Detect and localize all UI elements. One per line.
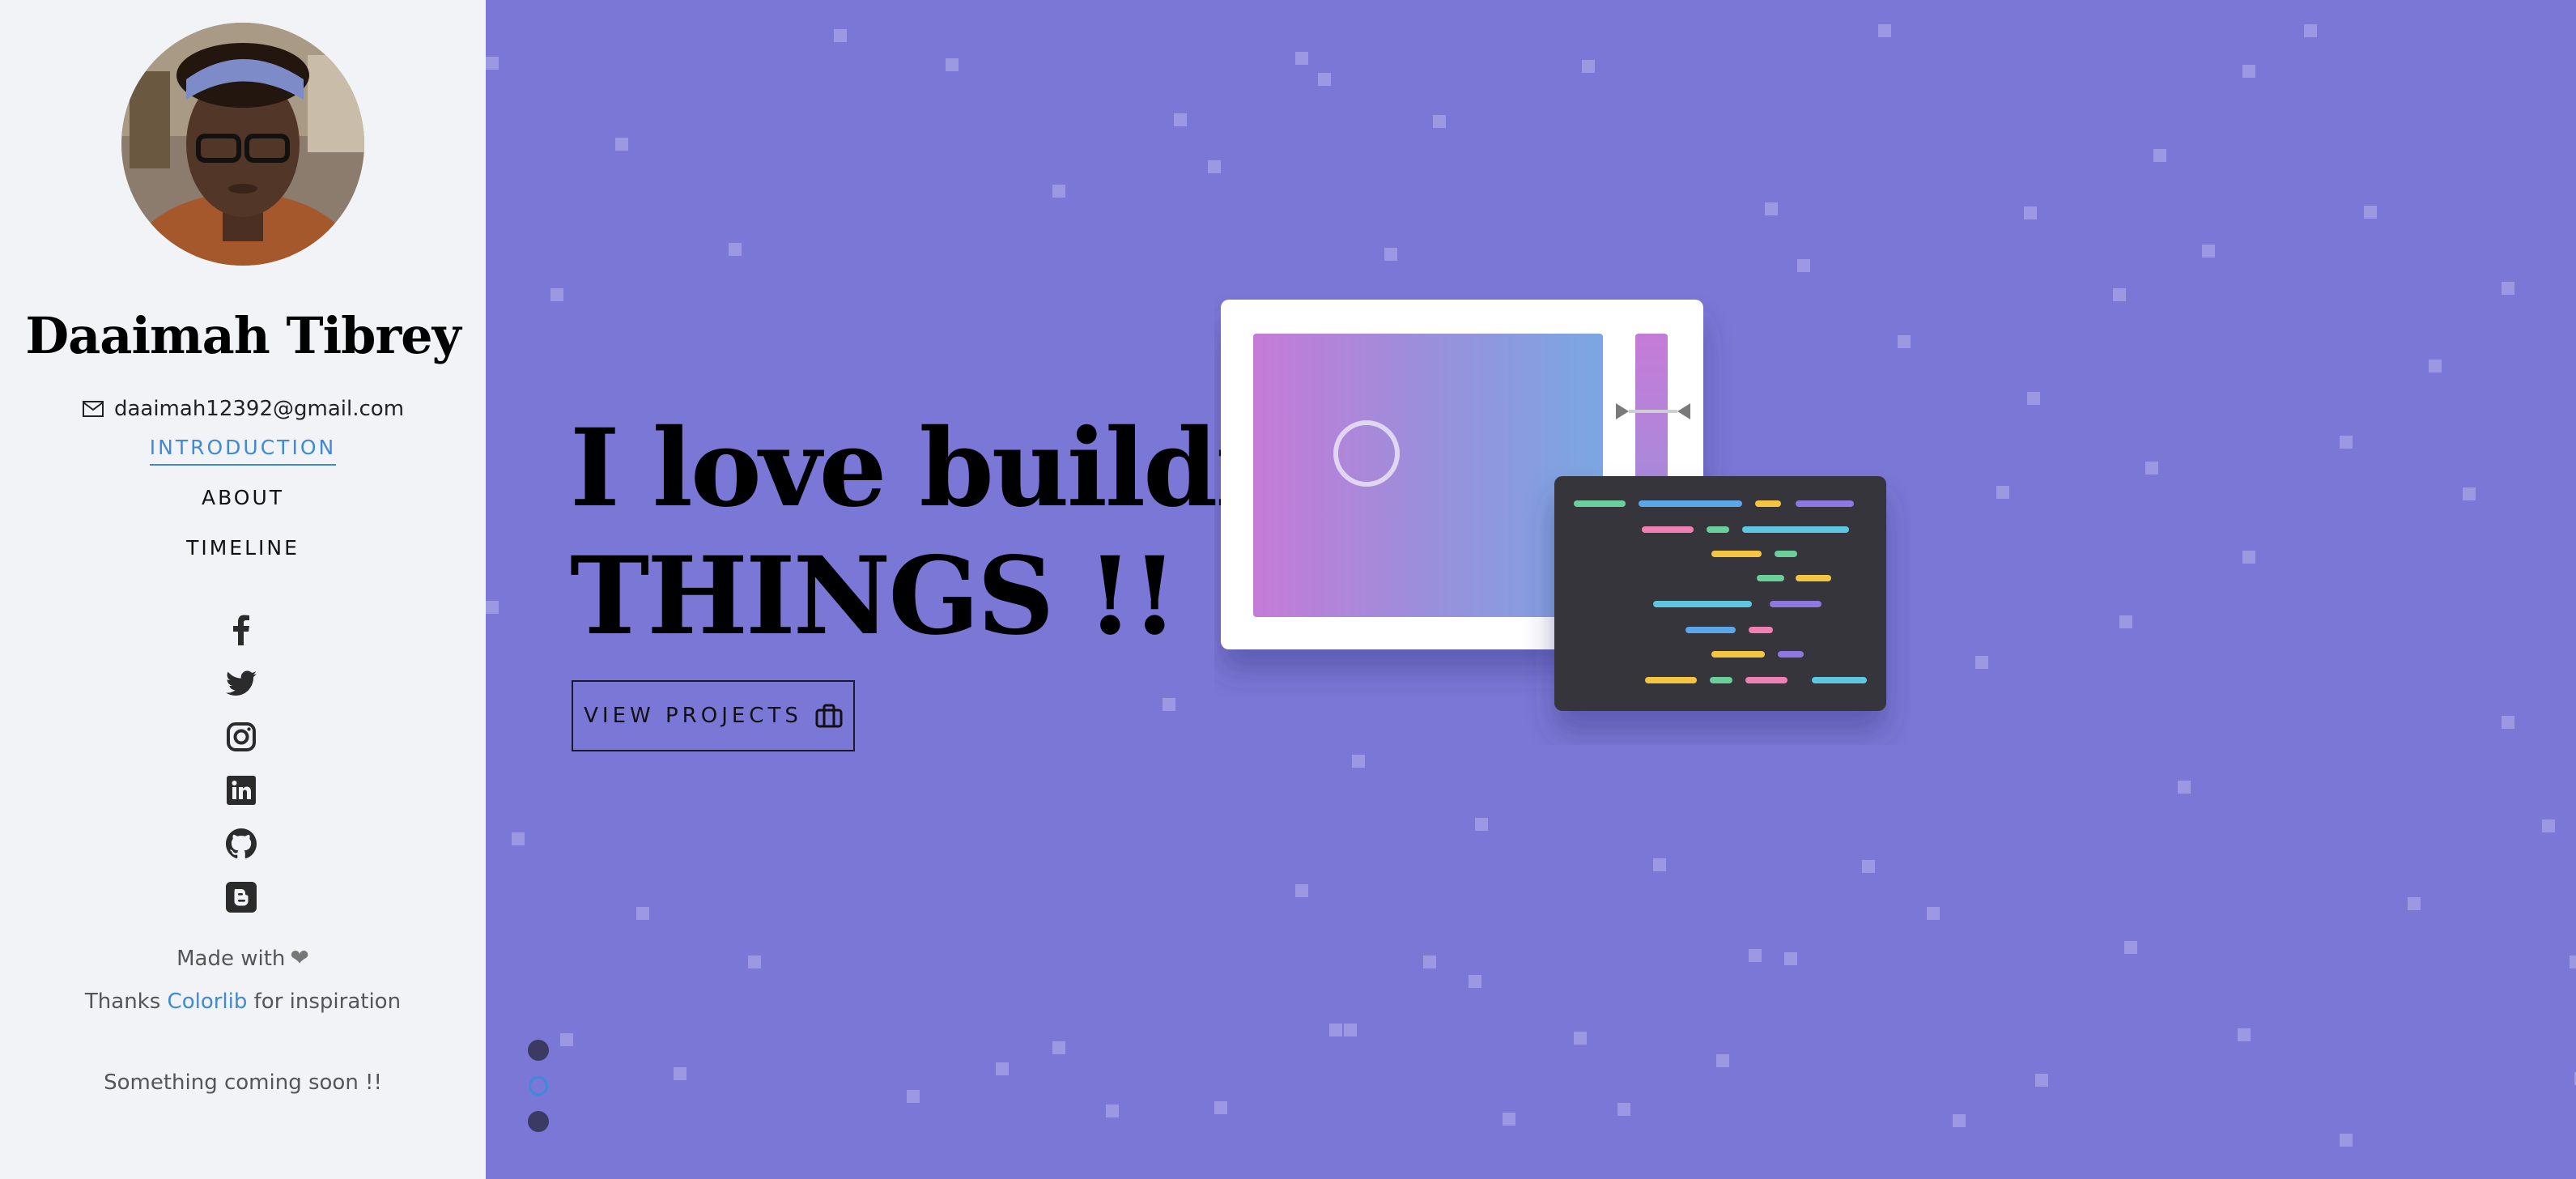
- linkedin-link[interactable]: [225, 774, 257, 807]
- facebook-link[interactable]: [225, 614, 257, 646]
- nav-introduction-label: INTRODUCTION: [149, 436, 337, 466]
- nav-about[interactable]: ABOUT: [0, 486, 486, 509]
- slide-dot-1[interactable]: [528, 1040, 549, 1061]
- hero-section: I love building THINGS !! VIEW PROJECTS: [486, 0, 2576, 1179]
- nav-timeline[interactable]: TIMELINE: [0, 536, 486, 560]
- view-projects-label: VIEW PROJECTS: [584, 704, 802, 728]
- blogger-icon: [226, 882, 257, 913]
- linkedin-icon: [227, 776, 256, 805]
- colorlib-link[interactable]: Colorlib: [168, 990, 248, 1014]
- blogger-link[interactable]: [225, 881, 257, 913]
- facebook-icon: [233, 615, 249, 645]
- github-icon: [226, 828, 257, 859]
- nav-about-label: ABOUT: [201, 486, 285, 509]
- email-text: daaimah12392@gmail.com: [113, 397, 405, 421]
- instagram-link[interactable]: [225, 721, 257, 753]
- heart-icon: ❤: [290, 944, 309, 971]
- briefcase-icon: [815, 704, 843, 728]
- sidebar: Daaimah Tibrey daaimah12392@gmail.com IN…: [0, 0, 486, 1179]
- thanks-text: Thanks Colorlib for inspiration: [0, 990, 486, 1014]
- nav-introduction[interactable]: INTRODUCTION: [0, 436, 486, 466]
- slide-dot-2[interactable]: [529, 1076, 548, 1096]
- twitter-link[interactable]: [225, 667, 257, 700]
- profile-name: Daaimah Tibrey: [25, 306, 461, 365]
- avatar: [121, 23, 364, 266]
- slide-dot-3[interactable]: [528, 1111, 549, 1132]
- email-contact[interactable]: daaimah12392@gmail.com: [0, 397, 486, 421]
- made-with-label: Made with: [176, 947, 286, 971]
- coding-illustration: [1221, 300, 1886, 711]
- view-projects-button[interactable]: VIEW PROJECTS: [572, 680, 855, 751]
- instagram-icon: [227, 722, 256, 751]
- thanks-prefix: Thanks: [84, 990, 161, 1014]
- nav-timeline-label: TIMELINE: [186, 536, 300, 560]
- thanks-suffix: for inspiration: [253, 990, 402, 1014]
- made-with-text: Made with ❤: [0, 944, 486, 971]
- twitter-icon: [226, 670, 257, 696]
- coming-soon-text: Something coming soon !!: [104, 1070, 382, 1095]
- mail-icon: [82, 401, 104, 417]
- github-link[interactable]: [225, 828, 257, 860]
